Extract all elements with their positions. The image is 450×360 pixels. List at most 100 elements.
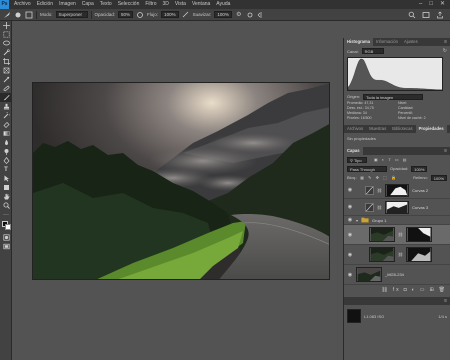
fx-icon[interactable]: fx xyxy=(393,287,401,293)
bottom-panel-menu-icon[interactable]: ≡ xyxy=(444,297,450,305)
tab-archivos[interactable]: Archivos xyxy=(344,125,366,133)
chevron-down-icon[interactable]: ▾ xyxy=(356,218,358,223)
menu-vista[interactable]: Vista xyxy=(172,0,189,9)
layer-mask-thumbnail[interactable] xyxy=(406,227,433,242)
eye-icon[interactable]: ◉ xyxy=(347,252,353,258)
hand-tool-icon[interactable] xyxy=(0,192,12,201)
adjustment-layer-icon[interactable]: ◐ xyxy=(412,287,417,293)
document-canvas[interactable] xyxy=(32,82,330,280)
menu-texto[interactable]: Texto xyxy=(97,0,115,9)
layer-row-smart-2[interactable]: ◉ ⛓ xyxy=(344,245,450,265)
lock-icons[interactable]: ▦ ✎ ✥ ⬚ 🔒 xyxy=(360,175,397,180)
layer-row-curvas-2[interactable]: ◉ ⛓ Curvas 2 xyxy=(344,182,450,199)
gear-icon[interactable]: ⚙ xyxy=(235,11,243,19)
frame-tool-icon[interactable] xyxy=(0,66,12,75)
tab-propiedades[interactable]: Propiedades xyxy=(415,125,447,133)
menu-archivo[interactable]: Archivo xyxy=(11,0,34,9)
pressure-opacity-icon[interactable] xyxy=(136,11,144,19)
marquee-tool-icon[interactable] xyxy=(0,30,12,39)
tab-muestras[interactable]: Muestras xyxy=(366,125,389,133)
path-select-tool-icon[interactable] xyxy=(0,174,12,183)
menu-ayuda[interactable]: Ayuda xyxy=(213,0,233,9)
dodge-tool-icon[interactable] xyxy=(0,147,12,156)
layers-menu-icon[interactable]: ≡ xyxy=(444,147,450,155)
layer-mask-thumbnail[interactable] xyxy=(406,247,433,262)
eyedropper-tool-icon[interactable] xyxy=(0,75,12,84)
mode-select[interactable]: Superponer xyxy=(55,11,88,18)
tab-bibliotecas[interactable]: Bibliotecas xyxy=(389,125,415,133)
eye-icon[interactable]: ◉ xyxy=(347,204,353,210)
menu-imagen[interactable]: Imagen xyxy=(56,0,79,9)
brush-size-icon[interactable] xyxy=(14,11,22,19)
layer-row-smart-1[interactable]: ◉ ⛓ xyxy=(344,225,450,245)
filter-kind-select[interactable]: ⚲ Tipo xyxy=(347,156,367,163)
eraser-tool-icon[interactable] xyxy=(0,120,12,129)
layer-row-background[interactable]: ◉ _MG5-234 xyxy=(344,265,450,285)
flow-input[interactable]: 100% xyxy=(161,11,179,18)
gradient-tool-icon[interactable] xyxy=(0,129,12,138)
minimize-icon[interactable]: – xyxy=(419,0,422,9)
eye-icon[interactable]: ◉ xyxy=(347,232,353,238)
channel-select[interactable]: RGB xyxy=(361,48,384,54)
layer-mask-thumbnail[interactable] xyxy=(385,183,410,197)
smoothing-input[interactable]: 100% xyxy=(214,11,232,18)
type-tool-icon[interactable]: T xyxy=(0,165,12,174)
close-icon[interactable]: ✕ xyxy=(440,0,445,9)
refresh-icon[interactable]: ↻ xyxy=(443,48,447,54)
crop-tool-icon[interactable] xyxy=(0,57,12,66)
new-layer-icon[interactable]: ⊞ xyxy=(429,287,435,293)
tab-informacion[interactable]: Información xyxy=(373,38,401,46)
quick-mask-icon[interactable] xyxy=(0,233,12,242)
brush-tool-icon[interactable] xyxy=(0,93,12,102)
clone-stamp-tool-icon[interactable] xyxy=(0,102,12,111)
healing-tool-icon[interactable] xyxy=(0,84,12,93)
opacity-input[interactable]: 50% xyxy=(118,11,134,18)
menu-capa[interactable]: Capa xyxy=(79,0,97,9)
photoshop-logo[interactable]: Ps xyxy=(0,0,9,9)
background-color-swatch[interactable] xyxy=(5,224,11,230)
zoom-tool-icon[interactable] xyxy=(0,201,12,210)
brush-panel-icon[interactable] xyxy=(25,11,33,19)
menu-3d[interactable]: 3D xyxy=(160,0,172,9)
maximize-icon[interactable]: □ xyxy=(429,0,433,9)
tab-capas[interactable]: Capas xyxy=(344,147,363,155)
layer-row-grupo-1[interactable]: ◉ ▾ Grupo 1 xyxy=(344,216,450,225)
tab-ajustes[interactable]: Ajustes xyxy=(401,38,421,46)
brush-preset-icon[interactable] xyxy=(3,11,11,19)
layer-opacity-input[interactable]: 100% xyxy=(411,165,428,172)
menu-edicion[interactable]: Edición xyxy=(34,0,56,9)
color-swatches[interactable] xyxy=(0,219,12,233)
screen-mode-icon[interactable] xyxy=(0,242,12,251)
layer-mask-thumbnail[interactable] xyxy=(385,200,410,214)
airbrush-icon[interactable] xyxy=(182,11,190,19)
eye-icon[interactable]: ◉ xyxy=(347,272,353,278)
trash-icon[interactable]: 🗑 xyxy=(439,287,447,293)
pen-tool-icon[interactable] xyxy=(0,156,12,165)
share-icon[interactable] xyxy=(436,11,444,19)
new-group-icon[interactable]: ▭ xyxy=(420,287,427,293)
blend-mode-select[interactable]: Pass Through xyxy=(347,165,387,172)
menu-filtro[interactable]: Filtro xyxy=(142,0,159,9)
quick-select-tool-icon[interactable] xyxy=(0,48,12,57)
eye-icon[interactable]: ◉ xyxy=(347,187,353,193)
panel-menu-icon[interactable]: ≡ xyxy=(444,38,450,46)
fill-input[interactable]: 100% xyxy=(430,174,447,181)
add-mask-icon[interactable]: ◘ xyxy=(404,287,409,293)
pressure-size-icon[interactable] xyxy=(246,11,254,19)
link-layers-icon[interactable]: ⛓ xyxy=(381,287,389,293)
move-tool-icon[interactable] xyxy=(0,21,12,30)
blur-tool-icon[interactable] xyxy=(0,138,12,147)
search-icon[interactable] xyxy=(408,11,416,19)
lasso-tool-icon[interactable] xyxy=(0,39,12,48)
more-tools-icon[interactable]: ··· xyxy=(0,210,12,219)
source-select[interactable]: Toda la imagen xyxy=(363,93,424,100)
filter-icons[interactable]: ▣ ◐ T ▭ ▤ xyxy=(374,157,408,162)
symmetry-icon[interactable] xyxy=(257,11,265,19)
tab-histograma[interactable]: Histograma xyxy=(344,38,374,46)
menu-ventana[interactable]: Ventana xyxy=(189,0,213,9)
workspace-icon[interactable] xyxy=(422,11,430,19)
eye-icon[interactable]: ◉ xyxy=(347,217,353,223)
layer-row-curvas-3[interactable]: ◉ ⛓ Curvas 3 xyxy=(344,199,450,216)
shape-tool-icon[interactable] xyxy=(0,183,12,192)
menu-seleccion[interactable]: Selección xyxy=(115,0,143,9)
